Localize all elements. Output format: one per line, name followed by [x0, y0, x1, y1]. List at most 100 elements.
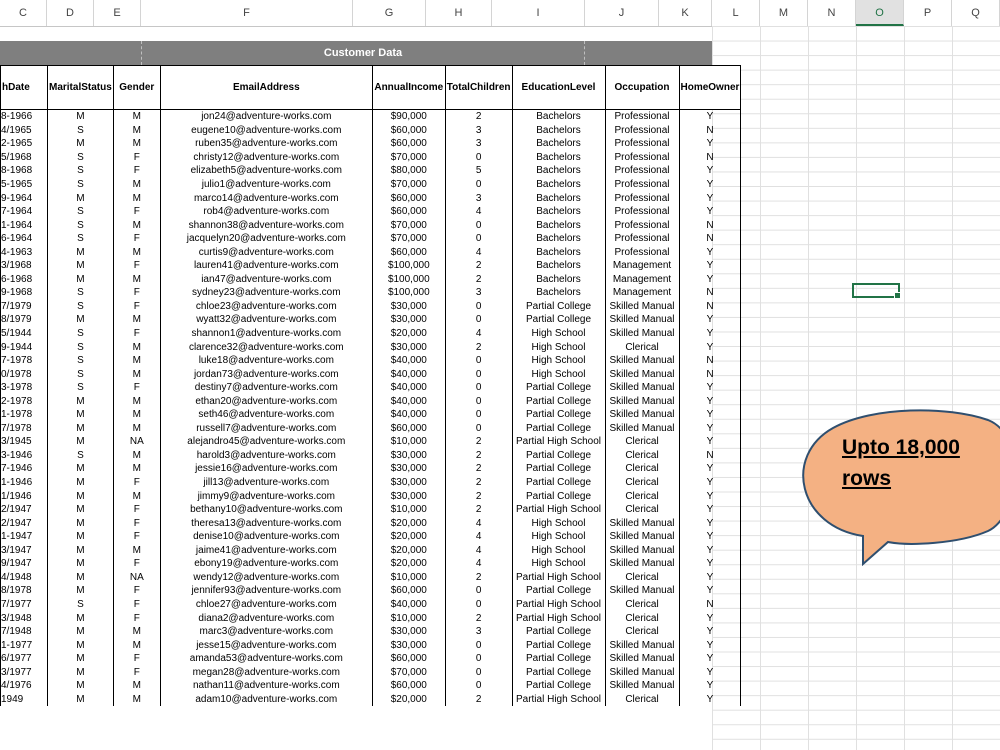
cell[interactable]: N	[678, 231, 742, 246]
cell[interactable]: High School	[511, 353, 606, 368]
cell[interactable]: ebony19@adventure-works.com	[159, 557, 373, 571]
cell[interactable]: Professional	[604, 245, 680, 260]
cell[interactable]: megan28@adventure-works.com	[159, 665, 373, 679]
cell[interactable]: destiny7@adventure-works.com	[159, 380, 373, 395]
cell[interactable]: 7-1946	[0, 462, 48, 476]
cell[interactable]: $10,000	[371, 611, 446, 625]
cell[interactable]: Skilled Manual	[604, 665, 680, 679]
cell[interactable]: Partial College	[511, 584, 606, 598]
cell[interactable]: M	[112, 624, 161, 639]
cell[interactable]: Skilled Manual	[604, 299, 680, 314]
cell[interactable]: Bachelors	[511, 164, 606, 178]
cell[interactable]: shannon1@adventure-works.com	[159, 326, 373, 341]
cell[interactable]: Professional	[604, 191, 680, 205]
empty-grid-area[interactable]	[712, 26, 1000, 750]
cell[interactable]: S	[47, 448, 114, 463]
cell[interactable]: Clerical	[604, 435, 680, 449]
cell[interactable]: M	[47, 624, 114, 639]
cell[interactable]: $70,000	[371, 150, 446, 165]
cell[interactable]: 4/1948	[0, 570, 48, 585]
cell[interactable]: jill13@adventure-works.com	[159, 475, 373, 490]
cell[interactable]: 1949	[0, 692, 48, 707]
cell[interactable]: S	[47, 231, 114, 246]
cell[interactable]: $60,000	[371, 584, 446, 598]
cell[interactable]: Y	[678, 326, 742, 341]
cell[interactable]: S	[47, 326, 114, 341]
cell[interactable]: Clerical	[604, 692, 680, 707]
cell[interactable]: 2/1947	[0, 516, 48, 530]
cell[interactable]: S	[47, 299, 114, 314]
cell[interactable]: Skilled Manual	[604, 529, 680, 544]
cell[interactable]: 0	[444, 651, 513, 666]
cell[interactable]: 3	[444, 191, 513, 205]
cell[interactable]: jessie16@adventure-works.com	[159, 462, 373, 476]
cell[interactable]: Clerical	[604, 611, 680, 625]
cell[interactable]: M	[112, 462, 161, 476]
column-header-k[interactable]: K	[659, 0, 712, 26]
cell[interactable]: M	[112, 137, 161, 151]
cell[interactable]: Clerical	[604, 448, 680, 463]
cell[interactable]: 0	[444, 218, 513, 232]
cell[interactable]: Y	[678, 137, 742, 151]
cell[interactable]: 1-1964	[0, 218, 48, 232]
cell[interactable]: Skilled Manual	[604, 326, 680, 341]
cell[interactable]: $40,000	[371, 353, 446, 368]
cell[interactable]: jennifer93@adventure-works.com	[159, 584, 373, 598]
cell[interactable]: Y	[678, 394, 742, 409]
cell[interactable]: $60,000	[371, 123, 446, 138]
header-5[interactable]: TotalChildren	[444, 65, 513, 110]
cell[interactable]: M	[47, 245, 114, 260]
cell[interactable]: Partial College	[511, 678, 606, 693]
cell[interactable]: $60,000	[371, 137, 446, 151]
cell[interactable]: Y	[678, 245, 742, 260]
cell[interactable]: Clerical	[604, 597, 680, 612]
cell[interactable]: $30,000	[371, 624, 446, 639]
cell[interactable]: 8/1979	[0, 313, 48, 327]
cell[interactable]: M	[47, 272, 114, 287]
cell[interactable]: M	[47, 408, 114, 422]
cell[interactable]: M	[112, 367, 161, 381]
cell[interactable]: F	[112, 557, 161, 571]
cell[interactable]: Y	[678, 624, 742, 639]
cell[interactable]: High School	[511, 326, 606, 341]
cell[interactable]: curtis9@adventure-works.com	[159, 245, 373, 260]
cell[interactable]: 2-1978	[0, 394, 48, 409]
cell[interactable]: denise10@adventure-works.com	[159, 529, 373, 544]
cell[interactable]: M	[47, 394, 114, 409]
cell[interactable]: Bachelors	[511, 123, 606, 138]
cell[interactable]: N	[678, 123, 742, 138]
cell[interactable]: F	[112, 611, 161, 625]
cell[interactable]: Skilled Manual	[604, 516, 680, 530]
cell[interactable]: seth46@adventure-works.com	[159, 408, 373, 422]
cell[interactable]: Y	[678, 408, 742, 422]
cell[interactable]: Partial College	[511, 475, 606, 490]
cell[interactable]: Skilled Manual	[604, 408, 680, 422]
cell[interactable]: N	[678, 597, 742, 612]
cell[interactable]: 4	[444, 245, 513, 260]
cell[interactable]: 5-1965	[0, 177, 48, 192]
cell[interactable]: S	[47, 353, 114, 368]
cell[interactable]: 3	[444, 123, 513, 138]
cell[interactable]: M	[47, 421, 114, 436]
cell[interactable]: Management	[604, 259, 680, 273]
cell[interactable]: $30,000	[371, 299, 446, 314]
cell[interactable]: Y	[678, 191, 742, 205]
cell[interactable]: $20,000	[371, 326, 446, 341]
column-header-m[interactable]: M	[760, 0, 808, 26]
cell[interactable]: F	[112, 380, 161, 395]
cell[interactable]: Skilled Manual	[604, 557, 680, 571]
cell[interactable]: Y	[678, 665, 742, 679]
cell[interactable]: Skilled Manual	[604, 367, 680, 381]
cell[interactable]: 2	[444, 502, 513, 517]
cell[interactable]: 3/1977	[0, 665, 48, 679]
cell[interactable]: Y	[678, 557, 742, 571]
cell[interactable]: 8-1966	[0, 109, 48, 124]
cell[interactable]: $60,000	[371, 678, 446, 693]
cell[interactable]: ethan20@adventure-works.com	[159, 394, 373, 409]
cell[interactable]: Clerical	[604, 340, 680, 354]
cell[interactable]: Bachelors	[511, 259, 606, 273]
cell[interactable]: $10,000	[371, 435, 446, 449]
column-header-n[interactable]: N	[808, 0, 856, 26]
cell[interactable]: 8-1968	[0, 164, 48, 178]
cell[interactable]: M	[47, 516, 114, 530]
